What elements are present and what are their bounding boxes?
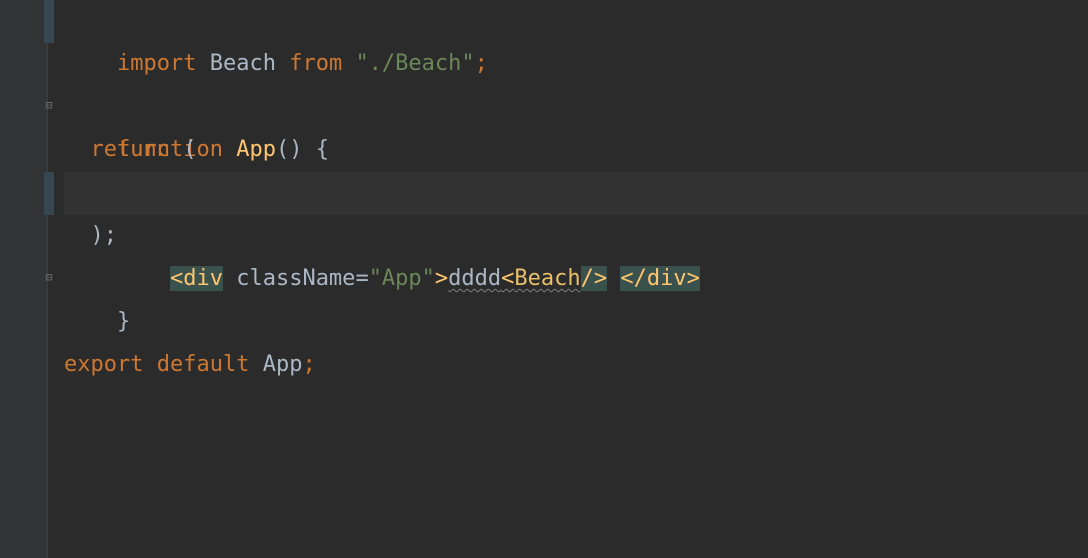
change-marker [44, 0, 54, 43]
code-line[interactable]: ⊟} [64, 258, 1088, 301]
code-line[interactable]: ); [64, 215, 1088, 258]
code-line[interactable]: export default App; [64, 344, 1088, 387]
code-line-empty[interactable] [64, 301, 1088, 344]
code-line-empty[interactable] [64, 43, 1088, 86]
code-line[interactable]: ⊟function App() { [64, 86, 1088, 129]
code-line[interactable]: import Beach from "./Beach"; [64, 0, 1088, 43]
semicolon: ; [302, 352, 315, 377]
code-line-active[interactable]: <div className="App">dddd<Beach/> </div> [64, 172, 1088, 215]
editor-gutter [0, 0, 48, 558]
fold-icon[interactable]: ⊟ [42, 98, 56, 112]
identifier: App [263, 352, 303, 377]
keyword-export: export [64, 352, 143, 377]
current-line-highlight [64, 172, 1088, 215]
keyword-return: return [91, 137, 170, 162]
code-line[interactable]: return ( [64, 129, 1088, 172]
change-marker [44, 172, 54, 215]
close-paren-semi: ); [91, 223, 118, 248]
paren: ( [170, 137, 197, 162]
fold-end-icon[interactable]: ⊟ [42, 270, 56, 284]
keyword-default: default [157, 352, 250, 377]
code-editor-area[interactable]: import Beach from "./Beach"; ⊟function A… [48, 0, 1088, 558]
